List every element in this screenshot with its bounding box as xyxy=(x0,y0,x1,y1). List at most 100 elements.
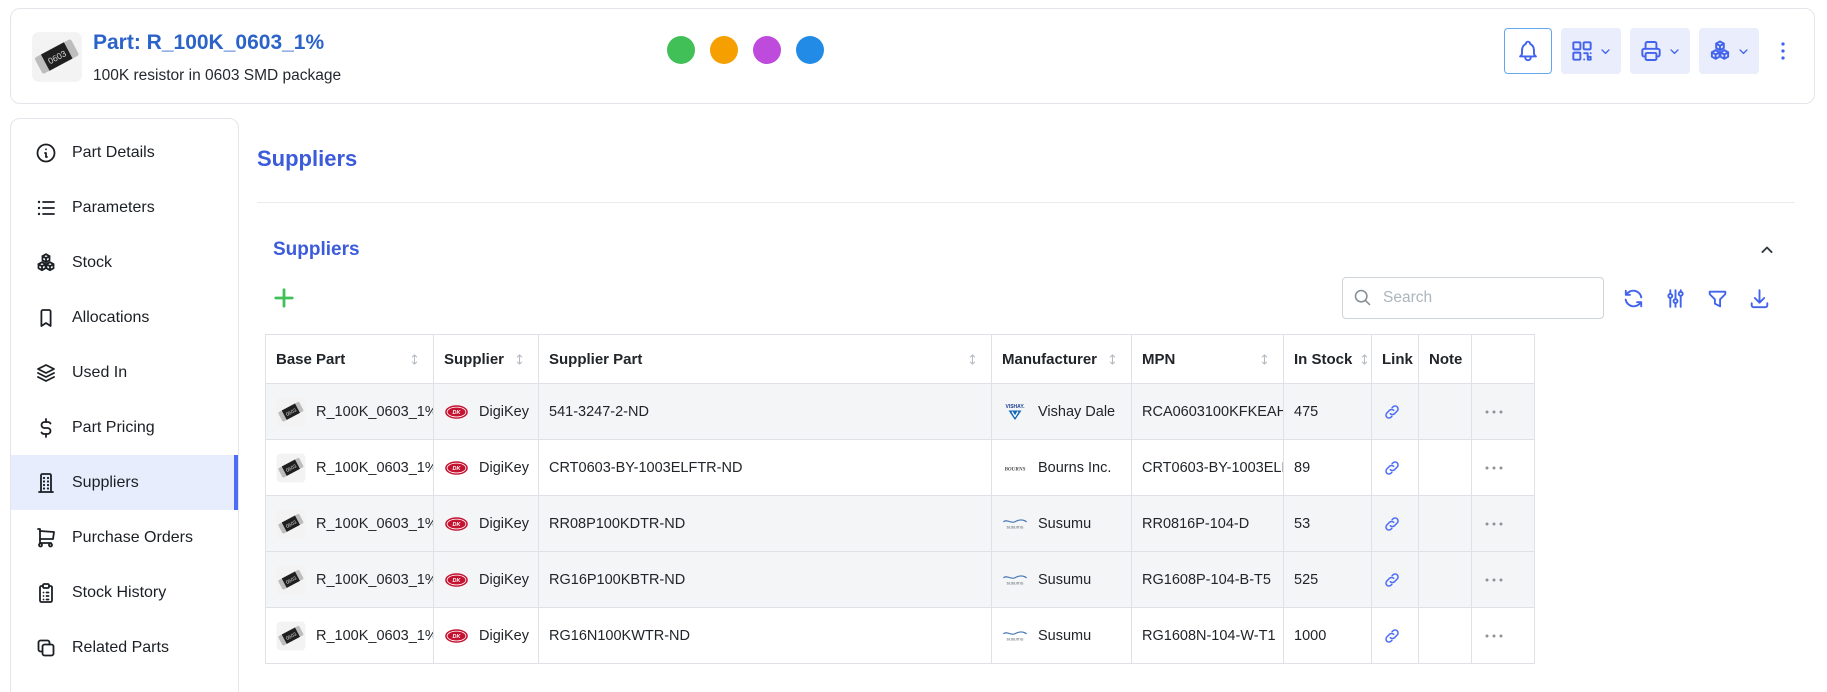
clipboard-icon xyxy=(34,581,58,605)
bell-icon xyxy=(1515,38,1541,64)
barcode-actions-button[interactable] xyxy=(1561,28,1621,74)
sidebar-item-label: Stock xyxy=(72,254,112,272)
refresh-button[interactable] xyxy=(1621,286,1646,311)
supplier-name: DigiKey xyxy=(479,516,529,532)
sidebar-item-label: Stock History xyxy=(72,584,166,602)
note-cell xyxy=(1419,384,1472,440)
collapse-panel-button[interactable] xyxy=(1757,240,1777,260)
print-actions-button[interactable] xyxy=(1630,28,1690,74)
suppliers-panel-header: Suppliers xyxy=(273,239,1777,261)
inventree-part-page: 0603 Part: R_100K_0603_1% 100K resistor … xyxy=(0,0,1827,692)
svg-text:VISHAY.: VISHAY. xyxy=(1006,404,1026,410)
supplier-part-row[interactable]: 0603 R_100K_0603_1% DK DigiKey RG16P100K… xyxy=(266,552,1535,608)
sidebar-item-suppliers[interactable]: Suppliers xyxy=(11,455,238,510)
external-link-icon[interactable] xyxy=(1382,458,1402,478)
sort-icon[interactable] xyxy=(1356,351,1371,368)
column-header[interactable]: Manufacturer xyxy=(992,335,1132,384)
refresh-icon xyxy=(1621,286,1646,311)
svg-text:susumu: susumu xyxy=(1007,581,1024,586)
sidebar-item-allocations[interactable]: Allocations xyxy=(11,290,238,345)
row-actions-button[interactable] xyxy=(1482,568,1506,592)
svg-text:DK: DK xyxy=(453,633,462,639)
row-actions-button[interactable] xyxy=(1482,400,1506,424)
external-link-icon[interactable] xyxy=(1382,514,1402,534)
sort-icon[interactable] xyxy=(1104,351,1121,368)
list-icon xyxy=(34,196,58,220)
sidebar-item-part-pricing[interactable]: Part Pricing xyxy=(11,400,238,455)
digikey-logo: DK xyxy=(444,572,469,588)
susumu-logo: susumu xyxy=(1002,513,1028,535)
part-title: Part: R_100K_0603_1% xyxy=(93,31,324,55)
table-toolbar xyxy=(270,277,1772,319)
column-header-label: Note xyxy=(1429,351,1462,368)
sidebar-item-stock-history[interactable]: Stock History xyxy=(11,565,238,620)
manufacturer-name: Susumu xyxy=(1038,572,1091,588)
chevron-down-icon xyxy=(1598,44,1613,59)
svg-text:DK: DK xyxy=(453,577,462,583)
download-button[interactable] xyxy=(1747,286,1772,311)
sort-icon[interactable] xyxy=(511,351,528,368)
in-stock-value: 525 xyxy=(1284,552,1372,608)
supplier-part-row[interactable]: 0603 R_100K_0603_1% DK DigiKey RG16N100K… xyxy=(266,608,1535,664)
part-header-card: 0603 Part: R_100K_0603_1% 100K resistor … xyxy=(10,8,1815,104)
download-icon xyxy=(1747,286,1772,311)
row-actions-button[interactable] xyxy=(1482,512,1506,536)
search-input[interactable] xyxy=(1342,277,1604,319)
manufacturer-name: Vishay Dale xyxy=(1038,404,1115,420)
sidebar-item-parameters[interactable]: Parameters xyxy=(11,180,238,235)
more-options-button[interactable] xyxy=(1768,28,1798,74)
svg-text:DK: DK xyxy=(453,521,462,527)
sort-icon[interactable] xyxy=(406,351,423,368)
part-thumbnail[interactable]: 0603 xyxy=(31,31,83,83)
row-actions-button[interactable] xyxy=(1482,456,1506,480)
column-header[interactable]: Base Part xyxy=(266,335,434,384)
sidebar-item-part-details[interactable]: Part Details xyxy=(11,125,238,180)
badge-required xyxy=(753,36,781,64)
sidebar-item-purchase-orders[interactable]: Purchase Orders xyxy=(11,510,238,565)
divider xyxy=(257,202,1795,203)
sidebar-item-stock[interactable]: Stock xyxy=(11,235,238,290)
supplier-name: DigiKey xyxy=(479,460,529,476)
header-actions xyxy=(1504,28,1798,74)
stock-actions-button[interactable] xyxy=(1699,28,1759,74)
column-header[interactable]: MPN xyxy=(1132,335,1284,384)
digikey-logo: DK xyxy=(444,404,469,420)
supplier-part-row[interactable]: 0603 R_100K_0603_1% DK DigiKey 541-3247-… xyxy=(266,384,1535,440)
column-header[interactable]: Supplier xyxy=(434,335,539,384)
panel-title: Suppliers xyxy=(273,239,360,261)
add-supplier-part-button[interactable] xyxy=(270,284,298,312)
notifications-button[interactable] xyxy=(1504,28,1552,74)
external-link-icon[interactable] xyxy=(1382,626,1402,646)
part-thumbnail: 0603 xyxy=(276,565,306,595)
manufacturer-name: Susumu xyxy=(1038,628,1091,644)
filter-button[interactable] xyxy=(1705,286,1730,311)
sort-icon[interactable] xyxy=(964,351,981,368)
mpn-value: RG1608P-104-B-T5 xyxy=(1132,552,1284,608)
note-cell xyxy=(1419,496,1472,552)
sidebar-item-related-parts[interactable]: Related Parts xyxy=(11,620,238,675)
column-settings-button[interactable] xyxy=(1663,286,1688,311)
sidebar-item-label: Suppliers xyxy=(72,474,139,492)
note-cell xyxy=(1419,440,1472,496)
sidebar-item-used-in[interactable]: Used In xyxy=(11,345,238,400)
badge-available xyxy=(710,36,738,64)
sidebar-item-label: Related Parts xyxy=(72,639,169,657)
supplier-name: DigiKey xyxy=(479,572,529,588)
base-part-name: R_100K_0603_1% xyxy=(316,572,434,588)
packages-icon xyxy=(1707,38,1733,64)
supplier-part-row[interactable]: 0603 R_100K_0603_1% DK DigiKey CRT0603-B… xyxy=(266,440,1535,496)
row-actions-button[interactable] xyxy=(1482,624,1506,648)
column-header[interactable] xyxy=(1472,335,1535,384)
base-part-name: R_100K_0603_1% xyxy=(316,628,434,644)
sort-icon[interactable] xyxy=(1256,351,1273,368)
external-link-icon[interactable] xyxy=(1382,570,1402,590)
chevron-down-icon xyxy=(1736,44,1751,59)
column-header[interactable]: In Stock xyxy=(1284,335,1372,384)
supplier-part-row[interactable]: 0603 R_100K_0603_1% DK DigiKey RR08P100K… xyxy=(266,496,1535,552)
building-icon xyxy=(34,471,58,495)
column-header[interactable]: Supplier Part xyxy=(539,335,992,384)
column-header[interactable]: Link xyxy=(1372,335,1419,384)
base-part-name: R_100K_0603_1% xyxy=(316,404,434,420)
external-link-icon[interactable] xyxy=(1382,402,1402,422)
column-header[interactable]: Note xyxy=(1419,335,1472,384)
